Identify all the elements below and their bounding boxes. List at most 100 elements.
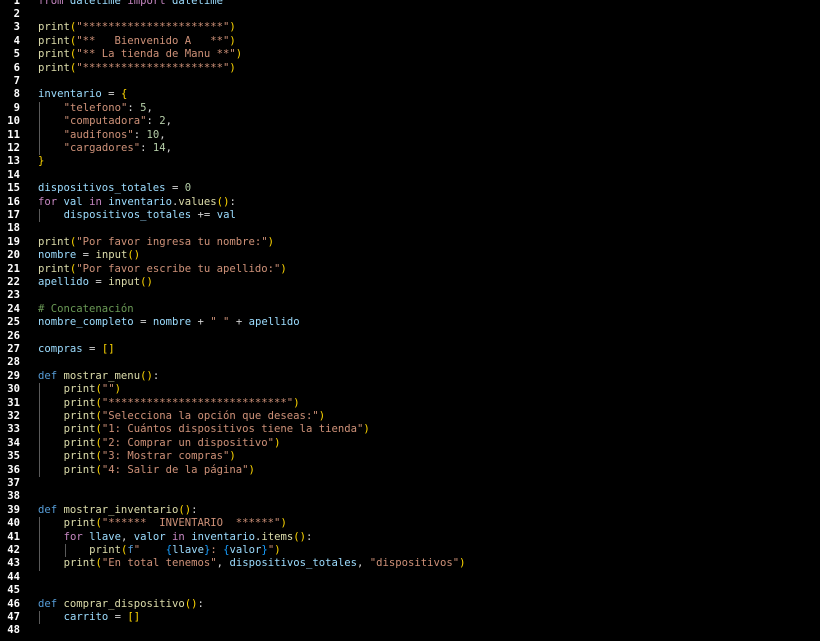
code-line[interactable]: 39 def mostrar_inventario(): [0, 504, 820, 517]
code-text: print("3: Mostrar compras") [38, 450, 236, 464]
code-text: for val in inventario.values(): [38, 195, 236, 208]
line-number: 37 [7, 476, 20, 489]
line-number: 33 [7, 423, 20, 436]
code-editor[interactable]: 1 from datetime import datetime 2 3 print("*… [0, 0, 820, 641]
line-number: 32 [7, 409, 20, 422]
code-line[interactable]: 45 [0, 584, 820, 597]
indent-guide [39, 543, 40, 558]
code-line[interactable]: 44 [0, 571, 820, 584]
code-line[interactable]: 14 [0, 169, 820, 182]
code-line[interactable]: 31 print("****************************") [0, 396, 820, 410]
code-line[interactable]: 8 inventario = { [0, 88, 820, 101]
line-number: 13 [7, 155, 20, 168]
code-text: for llave, valor in inventario.items(): [38, 530, 312, 544]
code-line[interactable]: 2 [0, 8, 820, 21]
code-line[interactable]: 43 print("En total tenemos", dispositivo… [0, 557, 820, 571]
line-number: 24 [7, 302, 20, 315]
code-line[interactable]: 36 print("4: Salir de la página") [0, 463, 820, 477]
line-number: 10 [7, 115, 20, 128]
code-line[interactable]: 24 # Concatenación [0, 303, 820, 316]
code-line[interactable]: 22 apellido = input() [0, 276, 820, 289]
code-line[interactable]: 34 print("2: Comprar un dispositivo") [0, 436, 820, 451]
code-line[interactable]: 19 print("Por favor ingresa tu nombre:") [0, 236, 820, 249]
indent-guide [39, 463, 40, 477]
code-line[interactable]: 7 [0, 75, 820, 88]
code-text: from datetime import datetime [38, 0, 224, 7]
line-number: 36 [7, 463, 20, 476]
code-line[interactable]: 40 print("****** INVENTARIO ******") [0, 517, 820, 531]
code-line[interactable]: 20 nombre = input() [0, 249, 820, 262]
line-number: 47 [7, 610, 20, 623]
code-line[interactable]: 38 [0, 490, 820, 503]
line-number: 11 [7, 128, 20, 141]
indent-guide [39, 208, 40, 223]
indent-guide [39, 450, 40, 464]
code-text: print("****** INVENTARIO ******") [38, 517, 287, 531]
line-number: 5 [13, 48, 20, 61]
code-text: def mostrar_menu(): [38, 369, 160, 382]
code-text: dispositivos_totales += val [38, 208, 236, 223]
code-text: print("Por favor ingresa tu nombre:") [38, 235, 275, 248]
line-number: 48 [7, 624, 20, 637]
code-line[interactable]: 3 print("**********************") [0, 21, 820, 34]
code-line[interactable]: 11 "audifonos": 10, [0, 128, 820, 142]
code-line[interactable]: 42 print(f" {llave}: {valor}") [0, 543, 820, 558]
line-number: 26 [7, 329, 20, 342]
line-number: 31 [7, 396, 20, 409]
code-line[interactable]: 28 [0, 356, 820, 369]
code-line[interactable]: 4 print("** Bienvenido A **") [0, 35, 820, 48]
code-line[interactable]: 18 [0, 222, 820, 235]
indent-guide [39, 396, 40, 410]
code-line[interactable]: 48 [0, 624, 820, 637]
code-line[interactable]: 29 def mostrar_menu(): [0, 370, 820, 383]
code-line[interactable]: 16 for val in inventario.values(): [0, 196, 820, 209]
indent-guide [39, 423, 40, 437]
line-number: 34 [7, 436, 20, 449]
indent-guide [39, 101, 40, 116]
code-line[interactable]: 41 for llave, valor in inventario.items(… [0, 530, 820, 544]
line-number: 38 [7, 490, 20, 503]
indent-guide [39, 436, 40, 451]
indent-guide [39, 517, 40, 531]
code-line[interactable]: 33 print("1: Cuántos dispositivos tiene … [0, 423, 820, 437]
indent-guide [64, 543, 66, 558]
line-number: 29 [7, 369, 20, 382]
line-number: 43 [7, 557, 20, 570]
line-number: 46 [7, 597, 20, 610]
code-line[interactable]: 47 carrito = [] [0, 610, 820, 625]
code-line[interactable]: 1 from datetime import datetime [0, 0, 820, 8]
code-text: print("** La tienda de Manu **") [38, 48, 243, 61]
code-line[interactable]: 37 [0, 477, 820, 490]
code-line[interactable]: 35 print("3: Mostrar compras") [0, 450, 820, 464]
code-line[interactable]: 30 print("") [0, 383, 820, 397]
line-number: 18 [7, 222, 20, 235]
code-text: print("4: Salir de la página") [38, 463, 255, 477]
code-line[interactable]: 25 nombre_completo = nombre + " " + apell… [0, 316, 820, 329]
code-line[interactable]: 23 [0, 289, 820, 302]
code-line[interactable]: 27 compras = [] [0, 343, 820, 356]
line-number: 41 [7, 530, 20, 543]
code-text: "cargadores": 14, [38, 141, 172, 156]
code-line[interactable]: 26 [0, 330, 820, 343]
code-text: print("2: Comprar un dispositivo") [38, 436, 280, 451]
code-line[interactable]: 6 print("**********************") [0, 62, 820, 75]
code-line[interactable]: 21 print("Por favor escribe tu apellido:"… [0, 263, 820, 276]
code-line[interactable]: 17 dispositivos_totales += val [0, 208, 820, 223]
code-line[interactable]: 10 "computadora": 2, [0, 115, 820, 129]
code-line[interactable]: 9 "telefono": 5, [0, 101, 820, 116]
line-number: 35 [7, 450, 20, 463]
line-number: 44 [7, 570, 20, 583]
line-number: 9 [13, 101, 20, 114]
indent-guide [39, 141, 40, 156]
code-text: print("Por favor escribe tu apellido:") [38, 262, 287, 275]
code-text: print("En total tenemos", dispositivos_t… [38, 557, 465, 571]
line-number: 28 [7, 356, 20, 369]
code-line[interactable]: 5 print("** La tienda de Manu **") [0, 48, 820, 61]
code-line[interactable]: 32 print("Selecciona la opción que desea… [0, 409, 820, 424]
code-line[interactable]: 12 "cargadores": 14, [0, 141, 820, 156]
line-number: 19 [7, 235, 20, 248]
indent-guide [39, 557, 40, 571]
code-line[interactable]: 15 dispositivos_totales = 0 [0, 182, 820, 195]
code-line[interactable]: 46 def comprar_dispositivo(): [0, 598, 820, 611]
code-line[interactable]: 13} [0, 155, 820, 168]
